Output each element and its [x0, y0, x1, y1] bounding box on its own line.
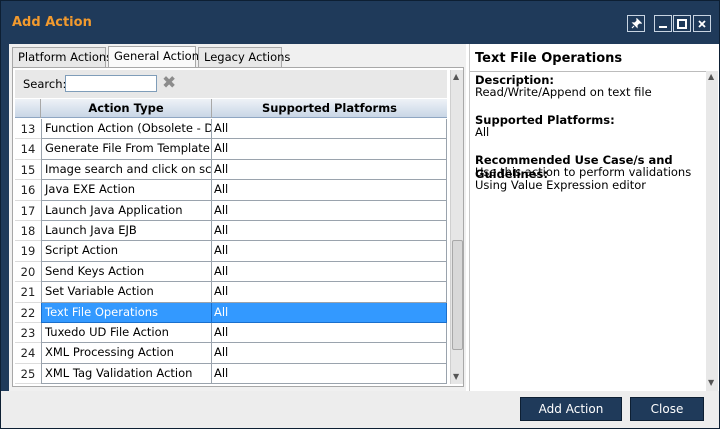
column-header-supported-platforms[interactable]: Supported Platforms [212, 99, 447, 118]
supported-platforms-text: All [475, 125, 490, 139]
row-number: 18 [15, 221, 41, 242]
dialog-title: Add Action [12, 15, 92, 30]
action-type-cell[interactable]: Launch Java Application [41, 200, 212, 221]
supported-platforms-label: Supported Platforms: [475, 113, 615, 127]
table-row[interactable]: 13Function Action (Obsolete - Do Not Use… [15, 119, 447, 140]
action-type-cell[interactable]: Java EXE Action [41, 180, 212, 201]
pin-icon[interactable] [627, 15, 645, 32]
add-action-dialog: Add Action Platform Actions General Acti… [0, 0, 720, 429]
scroll-down-icon[interactable]: ▼ [453, 372, 459, 381]
grid-header: Action Type Supported Platforms [15, 99, 447, 118]
supported-platforms-cell[interactable]: All [212, 363, 447, 384]
supported-platforms-cell[interactable]: All [212, 261, 447, 283]
supported-platforms-cell[interactable]: All [212, 302, 447, 323]
dialog-content: Platform Actions General Actions Legacy … [9, 44, 719, 391]
row-number: 13 [15, 119, 41, 140]
action-type-cell[interactable]: Tuxedo UD File Action [41, 323, 212, 344]
title-bar[interactable]: Add Action [1, 1, 719, 45]
table-row[interactable]: 22 Text File Operations All [15, 302, 447, 323]
table-row[interactable]: 15Image search and click on screenAll [15, 159, 447, 181]
actions-grid: Action Type Supported Platforms 13 Functi… [15, 99, 447, 384]
details-scroll-up-icon[interactable]: ▲ [708, 72, 714, 81]
supported-platforms-cell[interactable]: All [212, 241, 447, 262]
actions-panel: Platform Actions General Actions Legacy … [9, 44, 466, 391]
scroll-up-icon[interactable]: ▲ [453, 72, 459, 81]
row-number: 16 [15, 180, 41, 201]
details-scroll-down-icon[interactable]: ▼ [708, 378, 714, 387]
tab-platform-actions[interactable]: Platform Actions [12, 47, 112, 68]
add-action-button[interactable]: Add Action [520, 397, 622, 421]
action-type-cell[interactable]: Text File Operations [41, 302, 212, 323]
row-header-corner [15, 99, 41, 118]
action-type-cell[interactable]: Launch Java EJB [41, 221, 212, 242]
row-number: 17 [15, 200, 41, 221]
details-scrollbar[interactable]: ▲ ▼ [706, 71, 718, 391]
details-divider [470, 71, 706, 72]
action-type-cell[interactable]: Set Variable Action [41, 282, 212, 303]
column-header-action-type[interactable]: Action Type [41, 99, 212, 118]
tab-legacy-actions[interactable]: Legacy Actions [198, 47, 290, 68]
table-row[interactable]: 18 Launch Java EJB All [15, 221, 447, 242]
table-row[interactable]: 24 XML Processing Action All [15, 343, 447, 364]
search-bar: Search: ✖ [15, 70, 447, 98]
row-number: 14 [15, 139, 41, 160]
table-row[interactable]: 17 Launch Java Application All [15, 200, 447, 221]
clear-search-icon[interactable]: ✖ [162, 74, 178, 92]
row-number: 20 [15, 261, 41, 283]
row-number: 15 [15, 159, 41, 181]
supported-platforms-cell[interactable]: All [212, 180, 447, 201]
supported-platforms-cell[interactable]: All [212, 282, 447, 303]
action-type-cell[interactable]: Image search and click on screen [41, 159, 212, 181]
row-number: 21 [15, 282, 41, 303]
table-row[interactable]: 25 XML Tag Validation Action All [15, 363, 447, 384]
supported-platforms-cell[interactable]: All [212, 343, 447, 364]
grid-scrollbar[interactable]: ▲ ▼ [450, 70, 463, 384]
action-type-cell[interactable]: Generate File From Template Action [41, 139, 212, 160]
details-title: Text File Operations [475, 51, 623, 66]
close-icon[interactable] [693, 15, 711, 32]
row-number: 24 [15, 343, 41, 364]
description-text: Read/Write/Append on text file [475, 85, 652, 99]
table-row[interactable]: 16 Java EXE Action All [15, 180, 447, 201]
maximize-icon[interactable] [673, 15, 691, 32]
supported-platforms-cell[interactable]: All [212, 323, 447, 344]
table-row[interactable]: 20 Send Keys Action All [15, 261, 447, 283]
action-type-cell[interactable]: XML Tag Validation Action [41, 363, 212, 384]
table-row[interactable]: 23 Tuxedo UD File Action All [15, 323, 447, 344]
dialog-footer: Add Action Close [1, 391, 719, 428]
minimize-icon[interactable] [654, 15, 672, 32]
action-type-cell[interactable]: Send Keys Action [41, 261, 212, 283]
supported-platforms-cell[interactable]: All [212, 159, 447, 181]
supported-platforms-cell[interactable]: All [212, 119, 447, 140]
supported-platforms-cell[interactable]: All [212, 200, 447, 221]
close-button[interactable]: Close [630, 397, 704, 421]
action-type-cell[interactable]: Script Action [41, 241, 212, 262]
tab-general-actions[interactable]: General Actions [108, 46, 205, 69]
row-number: 25 [15, 363, 41, 384]
supported-platforms-cell[interactable]: All [212, 221, 447, 242]
table-row[interactable]: 21 Set Variable Action All [15, 282, 447, 303]
row-number: 19 [15, 241, 41, 262]
action-type-cell[interactable]: XML Processing Action [41, 343, 212, 364]
action-type-cell[interactable]: Function Action (Obsolete - Do Not Use) [41, 119, 212, 140]
search-label: Search: [23, 77, 67, 91]
supported-platforms-cell[interactable]: All [212, 139, 447, 160]
details-panel: Text File Operations Description: Read/W… [469, 44, 719, 391]
guidelines-text: Use this action to perform validations U… [475, 165, 692, 192]
row-number: 23 [15, 323, 41, 344]
search-input[interactable] [65, 75, 157, 92]
table-row[interactable]: 14Generate File From Template ActionAll [15, 139, 447, 160]
scroll-thumb[interactable] [452, 240, 463, 350]
row-number: 22 [15, 302, 41, 323]
table-row[interactable]: 19 Script Action All [15, 241, 447, 262]
general-actions-panel: Search: ✖ Action Type Supported Platform… [12, 67, 464, 387]
